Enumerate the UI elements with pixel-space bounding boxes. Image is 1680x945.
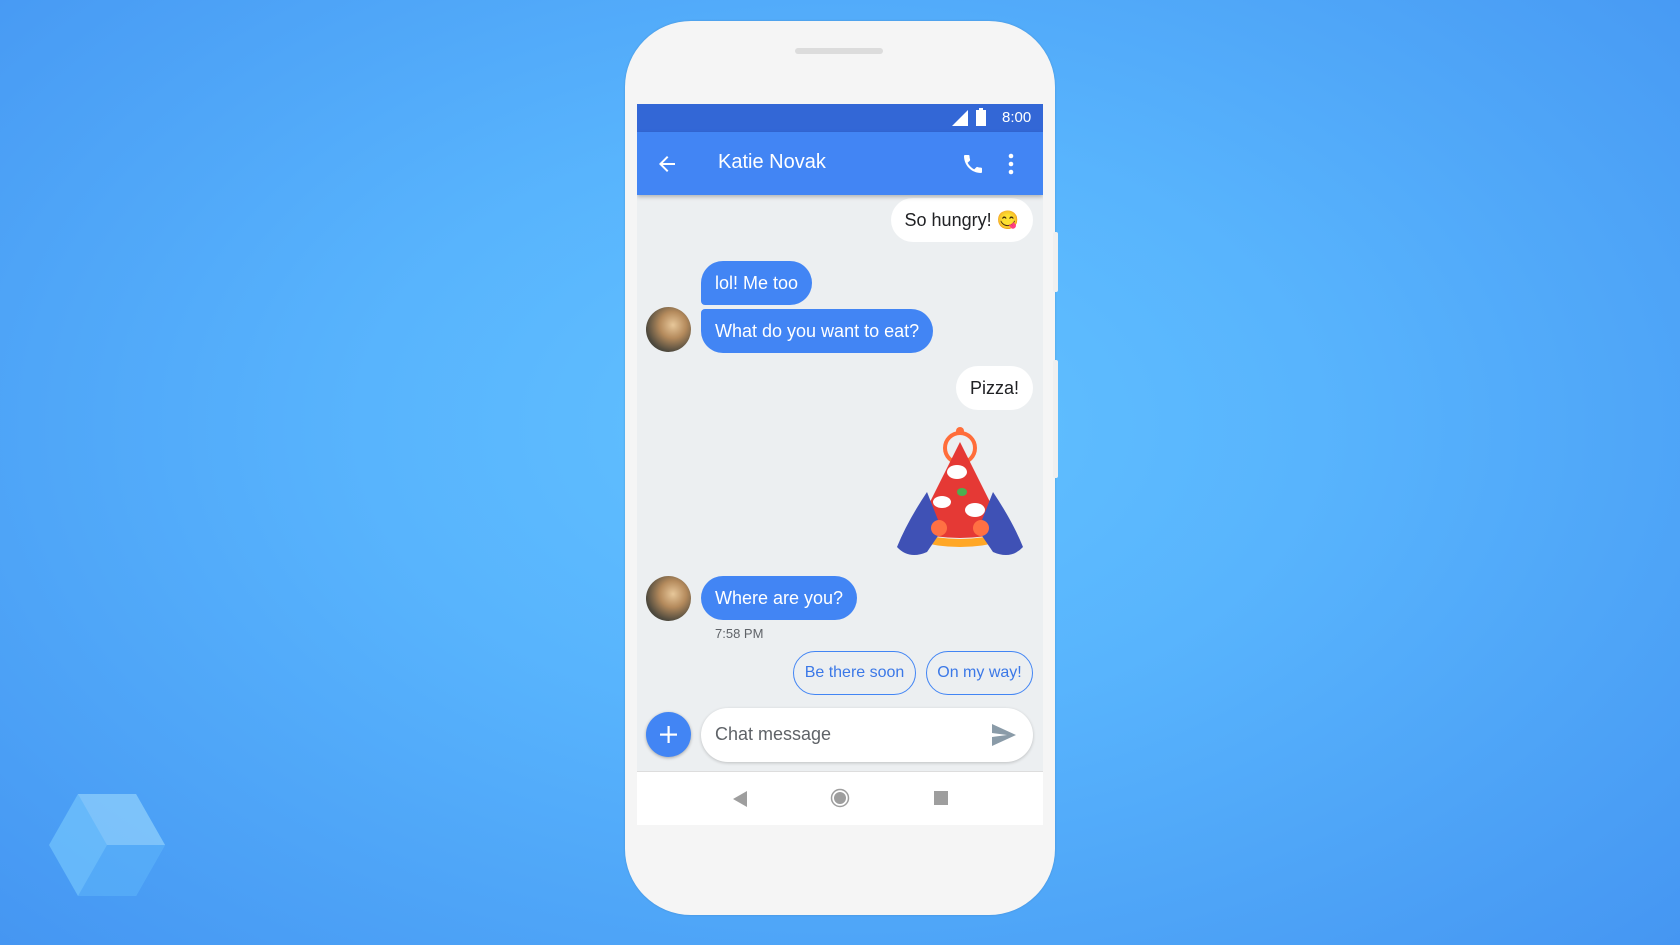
message-bubble-sent: Pizza! (955, 366, 1033, 410)
chat-message-placeholder: Chat message (715, 724, 832, 744)
avatar[interactable] (646, 576, 691, 621)
add-icon (660, 726, 677, 743)
nav-back-icon[interactable] (733, 791, 747, 807)
phone-volume-button (1053, 360, 1058, 478)
more-vert-icon[interactable] (1008, 152, 1014, 176)
smart-reply-chip[interactable]: Be there soon (793, 651, 916, 695)
phone-speaker (795, 48, 883, 54)
navigation-bar (637, 771, 1043, 825)
status-time: 8:00 (1002, 109, 1032, 126)
battery-icon (976, 108, 986, 126)
avatar[interactable] (646, 307, 691, 352)
back-arrow-icon[interactable] (655, 152, 679, 176)
message-bubble-received: What do you want to eat? (701, 309, 934, 353)
nav-recents-icon[interactable] (934, 791, 948, 805)
message-bubble-received: lol! Me too (701, 261, 813, 305)
watermark-cube-logo (49, 794, 165, 896)
phone-side-button (1053, 232, 1058, 292)
status-bar: 8:00 (637, 104, 1043, 132)
screen: 8:00 Katie Novak So hungry! 😋 lol! Me to… (637, 104, 1043, 825)
signal-icon (952, 110, 968, 126)
chat-message-input[interactable]: Chat message (701, 708, 1033, 762)
smart-reply-chip[interactable]: On my way! (926, 651, 1033, 695)
phone-icon[interactable] (961, 152, 985, 176)
pizza-sticker (897, 427, 1023, 556)
message-bubble-received: Where are you? (701, 576, 858, 620)
app-bar: Katie Novak (637, 132, 1043, 195)
nav-home-icon[interactable] (830, 788, 850, 808)
message-bubble-sent: So hungry! 😋 (890, 198, 1033, 242)
add-button[interactable] (646, 712, 691, 757)
contact-name: Katie Novak (718, 151, 826, 173)
message-timestamp: 7:58 PM (715, 626, 764, 641)
send-icon[interactable] (991, 723, 1017, 747)
